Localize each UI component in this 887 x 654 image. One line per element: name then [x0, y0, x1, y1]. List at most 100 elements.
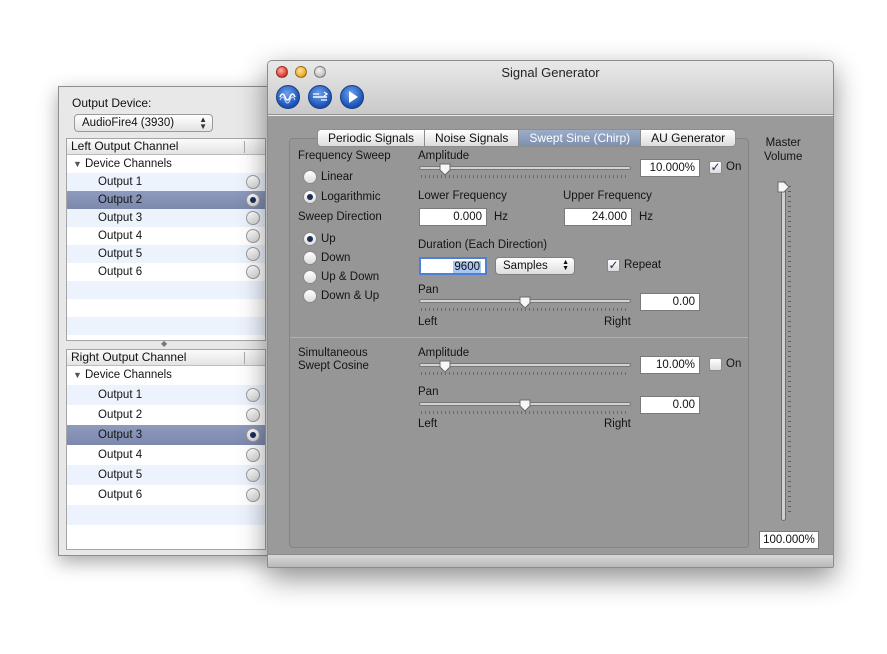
direction-down-radio[interactable]: [303, 251, 317, 265]
sweep-icon: [309, 91, 331, 111]
play-icon: [341, 91, 363, 111]
right-channel-row[interactable]: Output 4: [67, 445, 265, 465]
channel-label: Output 1: [98, 176, 143, 188]
column-separator: [244, 141, 245, 153]
right-channel-row[interactable]: Output 5: [67, 465, 265, 485]
waveform-button[interactable]: [276, 85, 300, 109]
duration-label: Duration (Each Direction): [418, 239, 548, 251]
empty-row: [67, 317, 265, 335]
empty-row: [67, 281, 265, 299]
duration-unit-value: Samples: [503, 260, 548, 272]
cosine-pan-slider-thumb[interactable]: [519, 399, 531, 412]
cosine-pan-right-label: Right: [604, 418, 631, 430]
duration-unit-popup[interactable]: Samples ▲ ▼: [495, 257, 575, 275]
lower-frequency-unit: Hz: [494, 211, 509, 223]
channel-radio[interactable]: [246, 428, 260, 442]
tab-periodic-signals[interactable]: Periodic Signals: [317, 129, 426, 147]
frequency-sweep-label: Frequency Sweep: [298, 150, 391, 162]
logarithmic-radio[interactable]: [303, 190, 317, 204]
channel-radio[interactable]: [246, 211, 260, 225]
channel-radio[interactable]: [246, 488, 260, 502]
channel-radio[interactable]: [246, 229, 260, 243]
right-channel-row[interactable]: Output 6: [67, 485, 265, 505]
amplitude-field[interactable]: 10.000%: [640, 159, 700, 177]
repeat-checkbox[interactable]: ✓: [607, 259, 620, 272]
left-channel-row[interactable]: Output 2: [67, 191, 265, 209]
right-channel-header[interactable]: Right Output Channel: [67, 350, 265, 366]
amplitude-slider-ticks: [421, 175, 629, 178]
amplitude-slider-thumb[interactable]: [439, 163, 451, 176]
right-channel-row[interactable]: Output 1: [67, 385, 265, 405]
split-handle-icon[interactable]: ◆: [161, 339, 167, 348]
direction-up-down-radio[interactable]: [303, 270, 317, 284]
master-volume-field[interactable]: 100.000%: [759, 531, 819, 549]
cosine-amplitude-field[interactable]: 10.00%: [640, 356, 700, 374]
channel-radio[interactable]: [246, 388, 260, 402]
play-button[interactable]: [340, 85, 364, 109]
right-channel-row[interactable]: Output 3: [67, 425, 265, 445]
lower-frequency-field[interactable]: 0.000: [419, 208, 487, 226]
pan-field[interactable]: 0.00: [640, 293, 700, 311]
channel-label: Output 1: [98, 389, 143, 401]
updown-arrows-icon: ▲ ▼: [199, 115, 207, 131]
left-device-channels-group[interactable]: ▼ Device Channels: [67, 155, 265, 173]
channel-radio[interactable]: [246, 468, 260, 482]
channel-radio[interactable]: [246, 448, 260, 462]
signal-generator-window: Signal Generator Periodic Signals Noise …: [267, 60, 834, 568]
tab-swept-sine[interactable]: Swept Sine (Chirp): [519, 129, 642, 147]
window-bottom-bar: [268, 554, 833, 567]
direction-up-radio[interactable]: [303, 232, 317, 246]
tab-au-generator[interactable]: AU Generator: [641, 129, 737, 147]
master-volume-label-line1: Master: [765, 137, 801, 149]
direction-down-up-radio[interactable]: [303, 289, 317, 303]
master-volume-slider-thumb[interactable]: [777, 181, 790, 194]
left-channel-header[interactable]: Left Output Channel: [67, 139, 265, 155]
cosine-pan-label: Pan: [418, 386, 439, 398]
channel-radio[interactable]: [246, 247, 260, 261]
disclosure-triangle-icon[interactable]: ▼: [73, 366, 82, 384]
section-separator: [290, 337, 748, 338]
empty-row: [67, 525, 265, 545]
upper-frequency-label: Upper Frequency: [563, 190, 652, 202]
channel-label: Output 3: [98, 212, 143, 224]
channel-radio[interactable]: [246, 175, 260, 189]
channel-label: Output 4: [98, 449, 143, 461]
direction-up-label: Up: [321, 233, 336, 245]
cosine-amplitude-slider-thumb[interactable]: [439, 360, 451, 373]
direction-down-label: Down: [321, 252, 351, 264]
master-volume-slider-track[interactable]: [781, 181, 786, 521]
upper-frequency-unit: Hz: [639, 211, 654, 223]
master-volume-label-line2: Volume: [764, 151, 803, 163]
left-channel-row[interactable]: Output 6: [67, 263, 265, 281]
swept-cosine-label: Simultaneous Swept Cosine: [298, 347, 369, 373]
direction-up-down-label: Up & Down: [321, 271, 380, 283]
channel-radio[interactable]: [246, 408, 260, 422]
left-channel-row[interactable]: Output 5: [67, 245, 265, 263]
linear-radio[interactable]: [303, 170, 317, 184]
right-device-channels-group[interactable]: ▼ Device Channels: [67, 366, 265, 385]
pan-slider-thumb[interactable]: [519, 296, 531, 309]
left-channel-row[interactable]: Output 4: [67, 227, 265, 245]
output-device-popup[interactable]: AudioFire4 (3930) ▲ ▼: [74, 114, 213, 132]
tab-noise-signals[interactable]: Noise Signals: [425, 129, 520, 147]
disclosure-triangle-icon[interactable]: ▼: [73, 155, 82, 173]
cosine-on-checkbox[interactable]: [709, 358, 722, 371]
master-volume-label: Master Volume: [764, 136, 802, 164]
channel-label: Output 2: [98, 409, 143, 421]
left-channel-row[interactable]: Output 3: [67, 209, 265, 227]
right-channel-row[interactable]: Output 2: [67, 405, 265, 425]
upper-frequency-field[interactable]: 24.000: [564, 208, 632, 226]
empty-row: [67, 299, 265, 317]
group-label: Device Channels: [85, 369, 172, 381]
cosine-pan-field[interactable]: 0.00: [640, 396, 700, 414]
channel-label: Output 5: [98, 469, 143, 481]
cosine-amplitude-label: Amplitude: [418, 347, 470, 359]
updown-arrows-icon: ▲ ▼: [562, 259, 569, 272]
duration-field[interactable]: 9600: [419, 257, 487, 275]
amplitude-on-checkbox[interactable]: ✓: [709, 161, 722, 174]
channel-radio[interactable]: [246, 193, 260, 207]
channel-radio[interactable]: [246, 265, 260, 279]
sweep-button[interactable]: [308, 85, 332, 109]
lower-frequency-label: Lower Frequency: [418, 190, 507, 202]
left-channel-row[interactable]: Output 1: [67, 173, 265, 191]
